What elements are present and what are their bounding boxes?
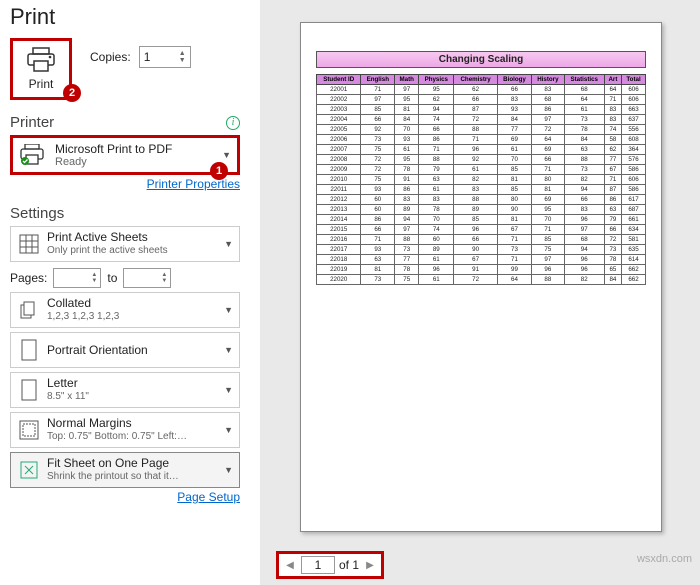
table-row: 220207375617264888284662	[317, 275, 646, 285]
table-row: 220077561719661696362364	[317, 145, 646, 155]
table-row: 220167188606671856872581	[317, 235, 646, 245]
table-row: 220017197956266836864606	[317, 85, 646, 95]
printer-icon	[26, 47, 56, 73]
pages-from-input[interactable]: ▲▼	[53, 268, 101, 288]
fit-page-icon	[17, 460, 41, 480]
page-of-label: of 1	[339, 558, 359, 572]
table-row: 220119386618385819487586	[317, 185, 646, 195]
printer-dropdown[interactable]: Microsoft Print to PDF Ready ▼	[10, 135, 240, 175]
copies-label: Copies:	[90, 50, 131, 64]
pages-to-input[interactable]: ▲▼	[123, 268, 171, 288]
next-page-button[interactable]: ▶	[363, 557, 377, 573]
print-what-dropdown[interactable]: Print Active SheetsOnly print the active…	[10, 226, 240, 262]
margins-icon	[17, 420, 41, 440]
table-row: 220186377616771979678614	[317, 255, 646, 265]
table-row: 220038581948793866183663	[317, 105, 646, 115]
page-title: Print	[10, 4, 240, 30]
portrait-icon	[17, 339, 41, 361]
table-row: 220136089788990958363687	[317, 205, 646, 215]
table-header: Chemistry	[454, 75, 498, 85]
copies-spinner[interactable]: 1 ▲▼	[139, 46, 191, 68]
scaling-dropdown[interactable]: Fit Sheet on One PageShrink the printout…	[10, 452, 240, 488]
table-header: Total	[622, 75, 646, 85]
table-row: 220087295889270668877576	[317, 155, 646, 165]
callout-badge-1: 1	[210, 162, 228, 180]
preview-page: Changing Scaling Student IDEnglishMathPh…	[300, 22, 662, 532]
paper-size-dropdown[interactable]: Letter8.5" x 11" ▼	[10, 372, 240, 408]
page-icon	[17, 379, 41, 401]
collate-icon	[17, 300, 41, 320]
pages-label: Pages:	[10, 271, 47, 285]
printer-name: Microsoft Print to PDF	[55, 142, 231, 156]
chevron-down-icon: ▼	[222, 150, 231, 160]
table-row: 220148694708581709679661	[317, 215, 646, 225]
page-setup-link[interactable]: Page Setup	[10, 490, 240, 504]
table-row: 220059270668877727874556	[317, 125, 646, 135]
table-header: Physics	[419, 75, 454, 85]
chevron-down-icon: ▼	[224, 425, 233, 435]
table-row: 220107591638281808271606	[317, 175, 646, 185]
print-button-label: Print	[29, 77, 54, 91]
chevron-down-icon: ▼	[224, 385, 233, 395]
table-row: 220198178969199969665662	[317, 265, 646, 275]
page-navigator: ◀ 1 of 1 ▶	[276, 551, 384, 579]
orientation-dropdown[interactable]: Portrait Orientation ▼	[10, 332, 240, 368]
printer-section-header: Printer i	[10, 114, 240, 131]
sheets-icon	[17, 234, 41, 254]
table-header: Statistics	[564, 75, 604, 85]
info-icon[interactable]: i	[226, 116, 240, 130]
chevron-down-icon: ▼	[224, 305, 233, 315]
printer-properties-link[interactable]: Printer Properties	[10, 177, 240, 191]
table-row: 220046684747284977383637	[317, 115, 646, 125]
watermark: wsxdn.com	[637, 553, 692, 565]
pages-to-label: to	[107, 271, 117, 285]
settings-section-header: Settings	[10, 205, 240, 222]
table-row: 220067393867169648458608	[317, 135, 646, 145]
prev-page-button[interactable]: ◀	[283, 557, 297, 573]
print-preview-area: Changing Scaling Student IDEnglishMathPh…	[260, 0, 700, 585]
table-header: Biology	[497, 75, 531, 85]
table-row: 220156697749667719766634	[317, 225, 646, 235]
chevron-down-icon: ▼	[224, 239, 233, 249]
margins-dropdown[interactable]: Normal MarginsTop: 0.75" Bottom: 0.75" L…	[10, 412, 240, 448]
printer-status: Ready	[55, 156, 231, 168]
table-header: English	[361, 75, 395, 85]
chevron-down-icon: ▼	[224, 345, 233, 355]
spinner-arrows-icon[interactable]: ▲▼	[179, 50, 186, 64]
chevron-down-icon: ▼	[224, 465, 233, 475]
current-page-input[interactable]: 1	[301, 556, 335, 574]
table-header: History	[532, 75, 565, 85]
table-header: Student ID	[317, 75, 361, 85]
copies-value: 1	[144, 50, 179, 64]
table-header: Math	[395, 75, 419, 85]
collate-dropdown[interactable]: Collated1,2,3 1,2,3 1,2,3 ▼	[10, 292, 240, 328]
printer-pdf-icon	[19, 144, 47, 166]
table-row: 220179373899073759473635	[317, 245, 646, 255]
table-header: Art	[604, 75, 621, 85]
preview-table: Student IDEnglishMathPhysicsChemistryBio…	[316, 74, 646, 285]
callout-badge-2: 2	[63, 84, 81, 102]
table-row: 220126083838880696686617	[317, 195, 646, 205]
table-row: 220029795626683686471606	[317, 95, 646, 105]
sheet-title: Changing Scaling	[316, 51, 646, 68]
table-row: 220097278796185717367586	[317, 165, 646, 175]
